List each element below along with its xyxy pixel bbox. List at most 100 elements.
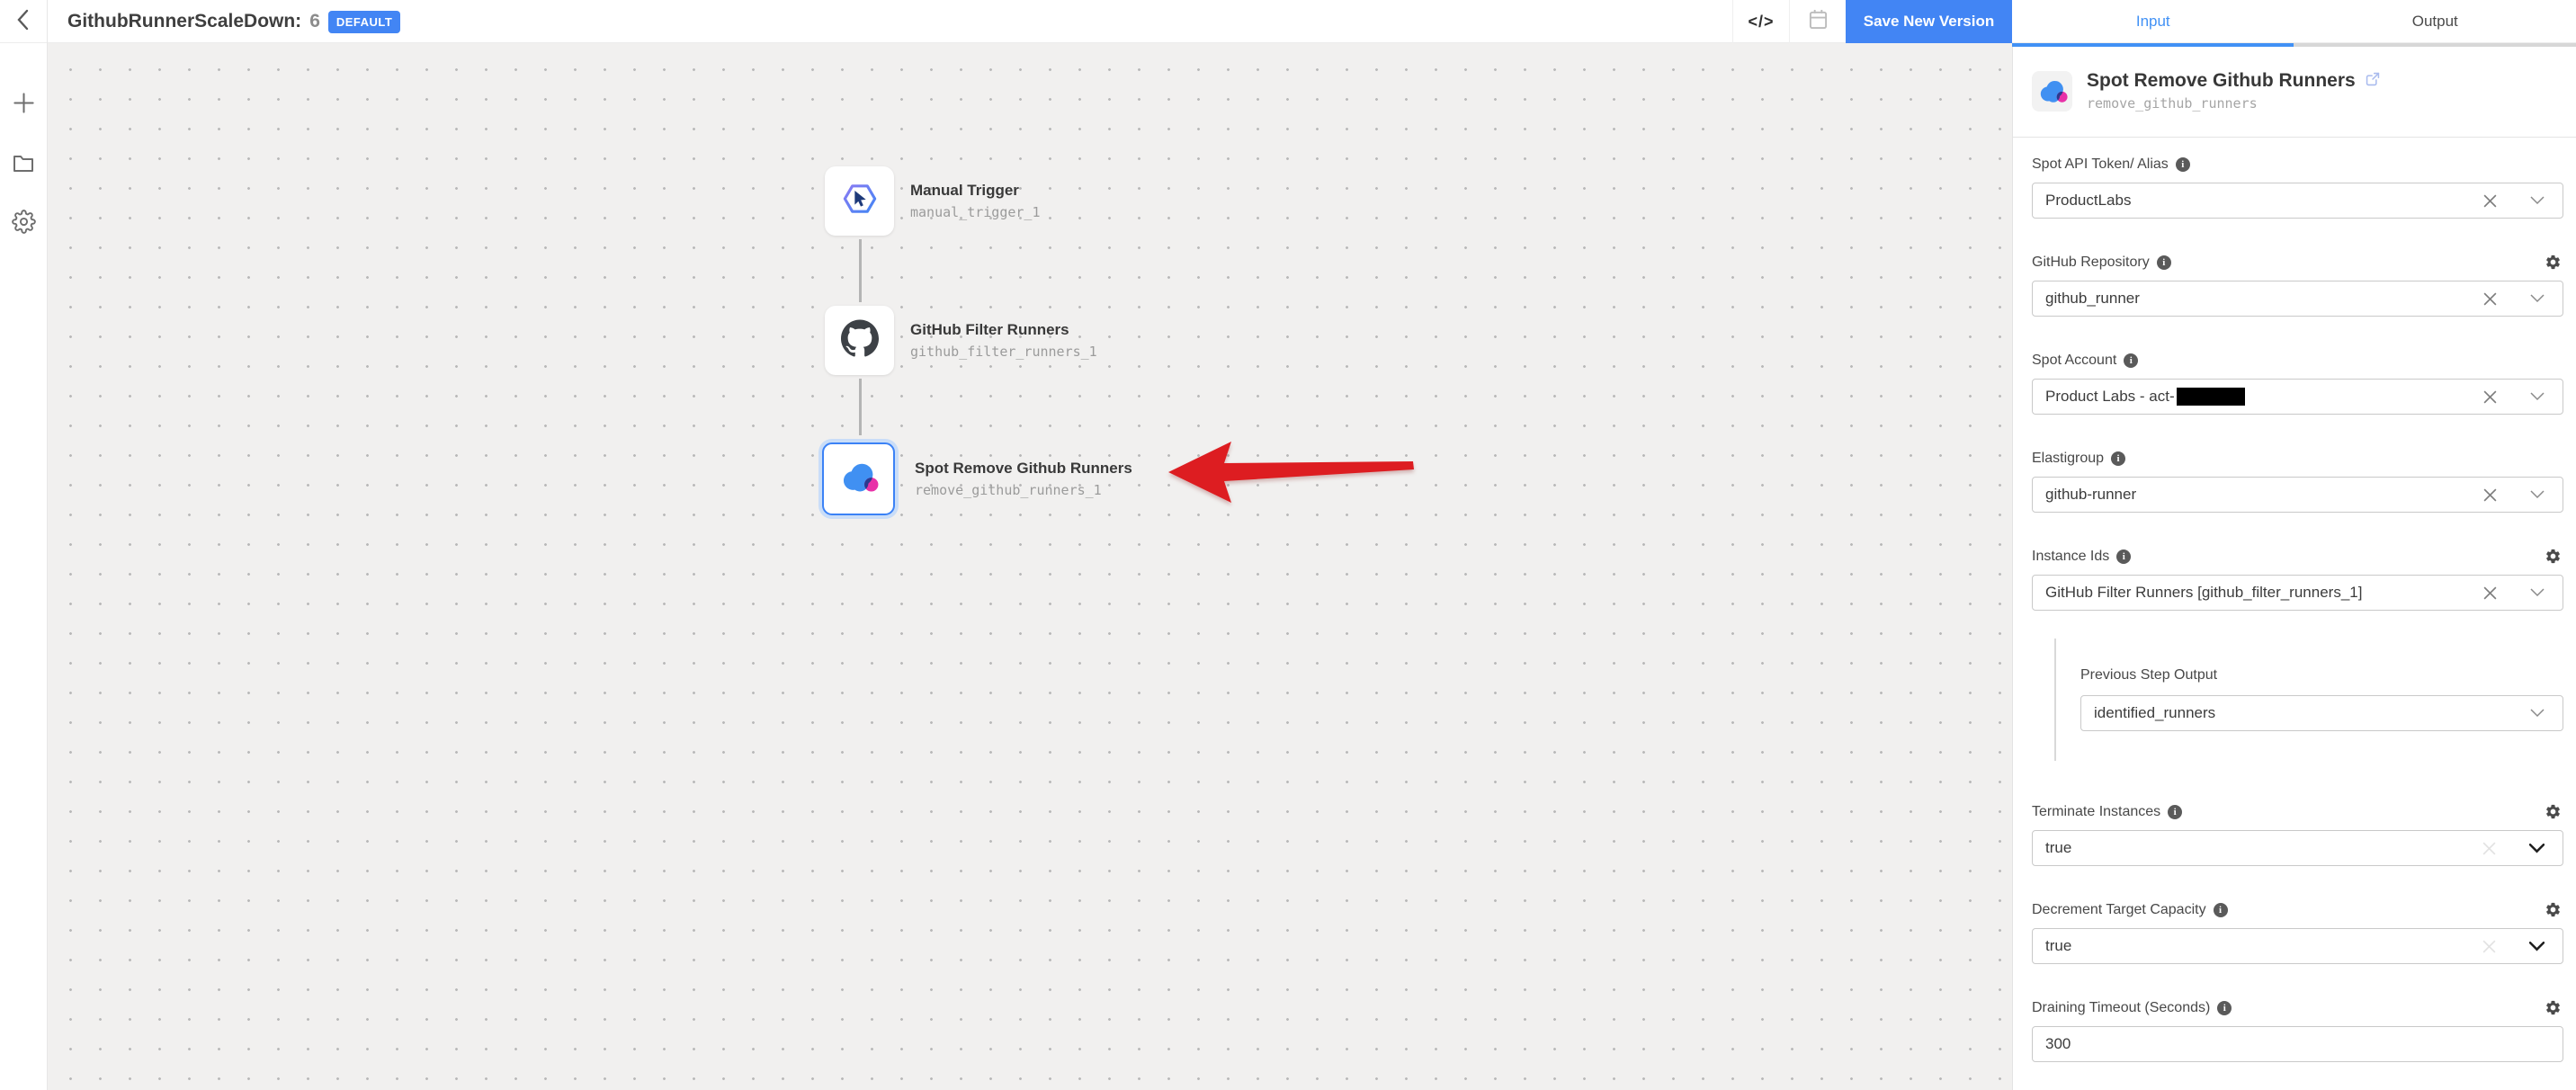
github-repository-input[interactable]: github_runner <box>2032 281 2563 317</box>
red-arrow-annotation <box>1165 436 1421 513</box>
field-spot-account: Spot Account i Product Labs - act- <box>2032 351 2563 415</box>
field-value: github-runner <box>2045 486 2136 504</box>
info-icon[interactable]: i <box>2214 903 2228 917</box>
back-button[interactable] <box>0 0 48 43</box>
settings-button[interactable] <box>11 211 36 237</box>
panel-divider <box>2013 137 2576 138</box>
chevron-down-icon[interactable] <box>2530 588 2545 597</box>
node-github-filter-runners-card[interactable] <box>825 306 894 375</box>
terminate-instances-select[interactable]: true <box>2032 830 2563 866</box>
field-instance-ids: Instance Ids i GitHub Filter Runners [gi… <box>2032 547 2563 611</box>
clear-icon[interactable] <box>2482 585 2498 601</box>
workflow-title: GithubRunnerScaleDown: 6 DEFAULT <box>67 0 400 43</box>
manual-trigger-icon <box>842 181 878 221</box>
info-icon[interactable]: i <box>2111 451 2125 466</box>
field-github-repository: GitHub Repository i github_runner <box>2032 253 2563 317</box>
tab-output[interactable]: Output <box>2294 0 2576 43</box>
field-value: Product Labs - act- <box>2045 388 2175 406</box>
panel-node-id: remove_github_runners <box>2087 95 2381 112</box>
back-chevron-icon <box>13 8 33 36</box>
info-icon[interactable]: i <box>2116 549 2131 564</box>
panel-node-icon <box>2032 71 2072 112</box>
field-value: GitHub Filter Runners [github_filter_run… <box>2045 584 2362 602</box>
field-terminate-instances: Terminate Instances i true <box>2032 802 2563 866</box>
field-label: Decrement Target Capacity <box>2032 902 2206 918</box>
node-config-panel: Spot Remove Github Runners remove_github… <box>2012 43 2576 1090</box>
node-title: GitHub Filter Runners <box>910 321 1097 339</box>
gear-icon[interactable] <box>2545 999 2562 1016</box>
spot-account-input[interactable]: Product Labs - act- <box>2032 379 2563 415</box>
node-id: remove_github_runners_1 <box>915 482 1132 498</box>
chevron-down-icon[interactable] <box>2529 844 2545 853</box>
clear-icon[interactable] <box>2482 291 2498 307</box>
files-button[interactable] <box>11 152 36 177</box>
previous-step-output-select[interactable]: identified_runners <box>2080 695 2563 731</box>
left-toolbar <box>0 43 48 1090</box>
gear-icon <box>12 210 36 238</box>
calendar-icon <box>1808 8 1829 35</box>
field-value: ProductLabs <box>2045 192 2131 210</box>
instance-ids-subgroup: Previous Step Output identified_runners <box>2054 639 2563 761</box>
save-new-version-button[interactable]: Save New Version <box>1846 0 2012 43</box>
spot-cloud-icon <box>2037 76 2068 106</box>
field-label: GitHub Repository <box>2032 255 2150 271</box>
instance-ids-input[interactable]: GitHub Filter Runners [github_filter_run… <box>2032 575 2563 611</box>
top-bar: GithubRunnerScaleDown: 6 DEFAULT </> Sav… <box>0 0 2576 43</box>
chevron-down-icon[interactable] <box>2530 294 2545 303</box>
clear-icon[interactable] <box>2482 841 2497 856</box>
clear-icon[interactable] <box>2482 487 2498 503</box>
node-manual-trigger-card[interactable] <box>825 166 894 236</box>
add-node-button[interactable] <box>11 93 36 118</box>
field-label: Spot API Token/ Alias <box>2032 156 2169 173</box>
spot-cloud-icon <box>839 457 879 501</box>
info-icon[interactable]: i <box>2157 255 2171 270</box>
field-decrement-target-capacity: Decrement Target Capacity i true <box>2032 900 2563 964</box>
folder-icon <box>12 152 35 178</box>
external-link-icon[interactable] <box>2365 71 2381 92</box>
field-label: Terminate Instances <box>2032 804 2160 820</box>
chevron-down-icon[interactable] <box>2530 392 2545 401</box>
code-view-button[interactable]: </> <box>1732 0 1789 43</box>
node-spot-remove-github-runners-card[interactable] <box>822 442 895 515</box>
clear-icon[interactable] <box>2482 389 2498 405</box>
node-title: Spot Remove Github Runners <box>915 460 1132 478</box>
tab-input[interactable]: Input <box>2012 0 2294 43</box>
field-label: Elastigroup <box>2032 451 2104 467</box>
field-spot-api-token: Spot API Token/ Alias i ProductLabs <box>2032 155 2563 219</box>
node-title: Manual Trigger <box>910 182 1041 200</box>
clear-icon[interactable] <box>2482 193 2498 209</box>
info-icon[interactable]: i <box>2176 157 2190 172</box>
workflow-canvas[interactable]: Manual Trigger manual_trigger_1 GitHub F… <box>48 43 2012 1090</box>
draining-timeout-input[interactable]: 300 <box>2032 1026 2563 1062</box>
field-label: Previous Step Output <box>2080 667 2217 683</box>
edge-connector <box>859 239 862 302</box>
elastigroup-input[interactable]: github-runner <box>2032 477 2563 513</box>
chevron-down-icon[interactable] <box>2529 942 2545 952</box>
info-icon[interactable]: i <box>2217 1001 2232 1015</box>
field-elastigroup: Elastigroup i github-runner <box>2032 449 2563 513</box>
info-icon[interactable]: i <box>2168 805 2182 819</box>
field-value: true <box>2045 839 2071 857</box>
default-badge: DEFAULT <box>328 11 400 33</box>
chevron-down-icon[interactable] <box>2530 709 2545 718</box>
gear-icon[interactable] <box>2545 901 2562 918</box>
node-selection-ring <box>818 439 899 519</box>
chevron-down-icon[interactable] <box>2530 196 2545 205</box>
edge-connector <box>859 379 862 435</box>
gear-icon[interactable] <box>2545 254 2562 271</box>
decrement-target-capacity-select[interactable]: true <box>2032 928 2563 964</box>
clear-icon[interactable] <box>2482 939 2497 954</box>
gear-icon[interactable] <box>2545 548 2562 565</box>
github-octocat-icon <box>841 319 879 362</box>
schedule-button[interactable] <box>1789 0 1846 43</box>
field-draining-timeout: Draining Timeout (Seconds) i 300 <box>2032 998 2563 1062</box>
info-icon[interactable]: i <box>2124 353 2138 368</box>
workflow-name: GithubRunnerScaleDown: <box>67 11 301 32</box>
field-value: identified_runners <box>2094 704 2215 722</box>
field-value: 300 <box>2045 1035 2071 1053</box>
gear-icon[interactable] <box>2545 803 2562 820</box>
field-label: Spot Account <box>2032 353 2116 369</box>
chevron-down-icon[interactable] <box>2530 490 2545 499</box>
spot-api-token-input[interactable]: ProductLabs <box>2032 183 2563 219</box>
node-spot-remove-github-runners: Spot Remove Github Runners remove_github… <box>818 439 1132 519</box>
